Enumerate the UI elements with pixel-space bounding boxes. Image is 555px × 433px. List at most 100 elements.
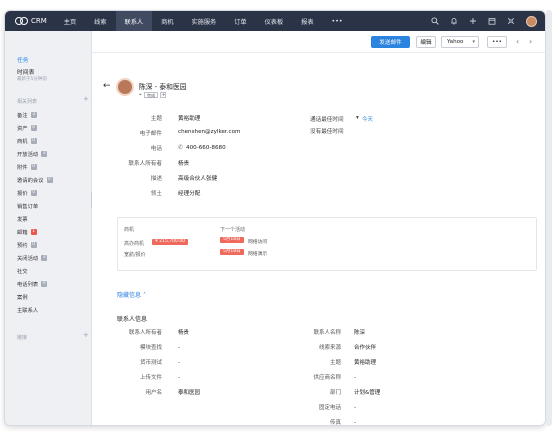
sidebar-item-label: 商机 [17, 139, 28, 145]
sidebar-item-count: 0 [30, 125, 37, 131]
nav-tab-orders[interactable]: 订单 [225, 11, 255, 31]
sidebar-item[interactable]: 预约 0 [17, 241, 37, 249]
sidebar-item[interactable]: 备注 3 [17, 111, 37, 119]
edit-button[interactable]: 编辑 [416, 36, 436, 48]
sidebar-item-count: 3 [30, 112, 37, 118]
detail-value[interactable]: - [354, 405, 356, 411]
no-best-time: 没有最佳时间 [310, 129, 344, 135]
field-label: 电子邮件 [139, 131, 162, 137]
sidebar-item[interactable]: 案例 [17, 293, 28, 301]
more-options-button[interactable]: ••• [487, 36, 507, 48]
sidebar-link-tasks[interactable]: 任务 [17, 55, 29, 64]
sidebar-item[interactable]: 主联系人 [17, 306, 38, 314]
detail-value[interactable]: 陈深 [354, 328, 365, 336]
deal-name[interactable]: 宽航/报价 [124, 251, 146, 258]
sidebar-item[interactable]: 邮箱 1 [17, 228, 37, 236]
sidebar-item[interactable]: 发票 [17, 215, 28, 223]
sidebar-item[interactable]: 邀请的会议 0 [17, 176, 53, 184]
nav-tab-contacts[interactable]: 联系人 [115, 11, 153, 31]
nav-tab-leads[interactable]: 线索 [85, 11, 115, 31]
bell-icon[interactable] [450, 17, 458, 25]
field-label: 联系人所有者 [128, 161, 162, 167]
detail-value[interactable]: 杨贵 [178, 328, 189, 336]
sidebar-item[interactable]: 商机 0 [17, 137, 37, 145]
detail-value[interactable]: - [178, 345, 180, 351]
add-tag-button[interactable]: + [160, 92, 167, 98]
nav-tab-services[interactable]: 实施服务 [182, 11, 225, 31]
detail-value[interactable]: - [354, 375, 356, 381]
best-time-dropdown[interactable]: ▾ 今天 [356, 115, 373, 123]
sidebar-item[interactable]: 电话列表 0 [17, 280, 48, 288]
nav-icons [431, 15, 545, 27]
nav-tab-home[interactable]: 主页 [55, 11, 85, 31]
sidebar-item[interactable]: 社交 [17, 267, 28, 275]
nav-tab-dashboard[interactable]: 仪表板 [256, 11, 293, 31]
activity-name[interactable]: 网络访问 [248, 238, 267, 245]
sidebar-item-label: 邮箱 [17, 230, 28, 236]
settings-icon[interactable] [507, 17, 515, 25]
page-scrollbar[interactable] [546, 10, 552, 426]
back-arrow-icon[interactable]: ← [103, 81, 111, 91]
detail-value[interactable]: - [178, 375, 180, 381]
chevron-down-icon: ▾ [472, 39, 475, 45]
detail-label: 联系人所有者 [128, 330, 162, 336]
deal-name[interactable]: 高办商机 [124, 240, 144, 247]
phone-icon: ✆ [178, 144, 184, 151]
sidebar-item-label: 邀请的会议 [17, 178, 44, 184]
sidebar-item-count: 0 [30, 190, 37, 196]
top-navigation: CRM 主页 线索 联系人 商机 实施服务 订单 仪表板 报表 ••• [5, 11, 545, 31]
send-email-button[interactable]: 发送邮件 [371, 36, 410, 48]
detail-value[interactable]: 合作伙伴 [354, 343, 376, 351]
plus-icon[interactable] [469, 17, 477, 25]
calendar-icon[interactable] [488, 17, 496, 25]
sidebar-item-label: 社交 [17, 269, 28, 275]
field-value[interactable]: 经理分配 [178, 189, 200, 197]
detail-value[interactable]: 黄裕助理 [354, 358, 376, 366]
detail-value[interactable]: - [354, 420, 356, 425]
detail-label: 供应商名称 [313, 375, 341, 381]
best-time-value: 今天 [361, 117, 374, 123]
sidebar-item[interactable]: 关闭活动 3 [17, 254, 48, 262]
sidebar-item[interactable]: 开放活动 3 [17, 150, 48, 158]
nav-tab-more[interactable]: ••• [323, 11, 352, 31]
next-record-icon[interactable]: › [529, 37, 532, 46]
detail-label: 上传文件 [139, 375, 162, 381]
sidebar-link-timeline[interactable]: 时间表 [17, 67, 34, 76]
email-value[interactable]: chenshen@zylker.com [178, 129, 240, 135]
sidebar-item[interactable]: 附件 0 [17, 163, 37, 171]
sidebar-item-label: 关闭活动 [17, 256, 39, 262]
tag-icon: ⌖ [139, 92, 142, 98]
status-tag[interactable]: 完成 [143, 92, 159, 98]
hide-details-link[interactable]: 隐藏信息 ˄ [117, 290, 146, 299]
yahoo-dropdown[interactable]: Yahoo ▾ [441, 36, 479, 48]
activity-date-badge: 5月18日 [220, 249, 244, 255]
nav-tab-deals[interactable]: 商机 [152, 11, 182, 31]
sidebar-item[interactable]: 销售订单 [17, 202, 38, 210]
contact-info-title: 联系人信息 [117, 316, 148, 323]
detail-value[interactable]: - [178, 360, 180, 366]
search-icon[interactable] [431, 17, 439, 25]
sidebar-item-label: 发票 [17, 217, 28, 223]
previous-record-icon[interactable]: ‹ [516, 37, 519, 46]
add-related-list-button[interactable]: + [83, 95, 89, 103]
detail-label: 部门 [329, 390, 341, 396]
summary-panel: 商机 下一个活动 高办商机 ¥ 215,700.00 5月18日 网络访问 宽航… [117, 217, 537, 271]
sidebar-item-label: 开放活动 [17, 152, 39, 158]
next-activity-heading: 下一个活动 [220, 227, 246, 233]
detail-value[interactable]: 泰和医园 [178, 388, 200, 396]
sidebar-item-label: 预约 [17, 243, 28, 249]
contact-avatar[interactable] [116, 78, 134, 96]
sidebar-item[interactable]: 资产 0 [17, 124, 37, 132]
activity-name[interactable]: 网络演示 [248, 250, 267, 257]
nav-tab-reports[interactable]: 报表 [292, 11, 322, 31]
field-value[interactable]: 黄裕助理 [178, 114, 200, 122]
crm-logo[interactable]: CRM [5, 17, 55, 25]
sidebar-item[interactable]: 报价 0 [17, 189, 37, 197]
detail-value[interactable]: 计划&管理 [354, 388, 380, 396]
user-avatar[interactable] [526, 15, 537, 27]
add-link-button[interactable]: + [83, 331, 89, 339]
detail-label: 传真 [329, 420, 341, 426]
field-value[interactable]: 杨贵 [178, 159, 189, 167]
field-value[interactable]: 高级合伙人张健 [178, 174, 217, 182]
phone-field[interactable]: ✆ 400-660-8680 [178, 144, 226, 151]
